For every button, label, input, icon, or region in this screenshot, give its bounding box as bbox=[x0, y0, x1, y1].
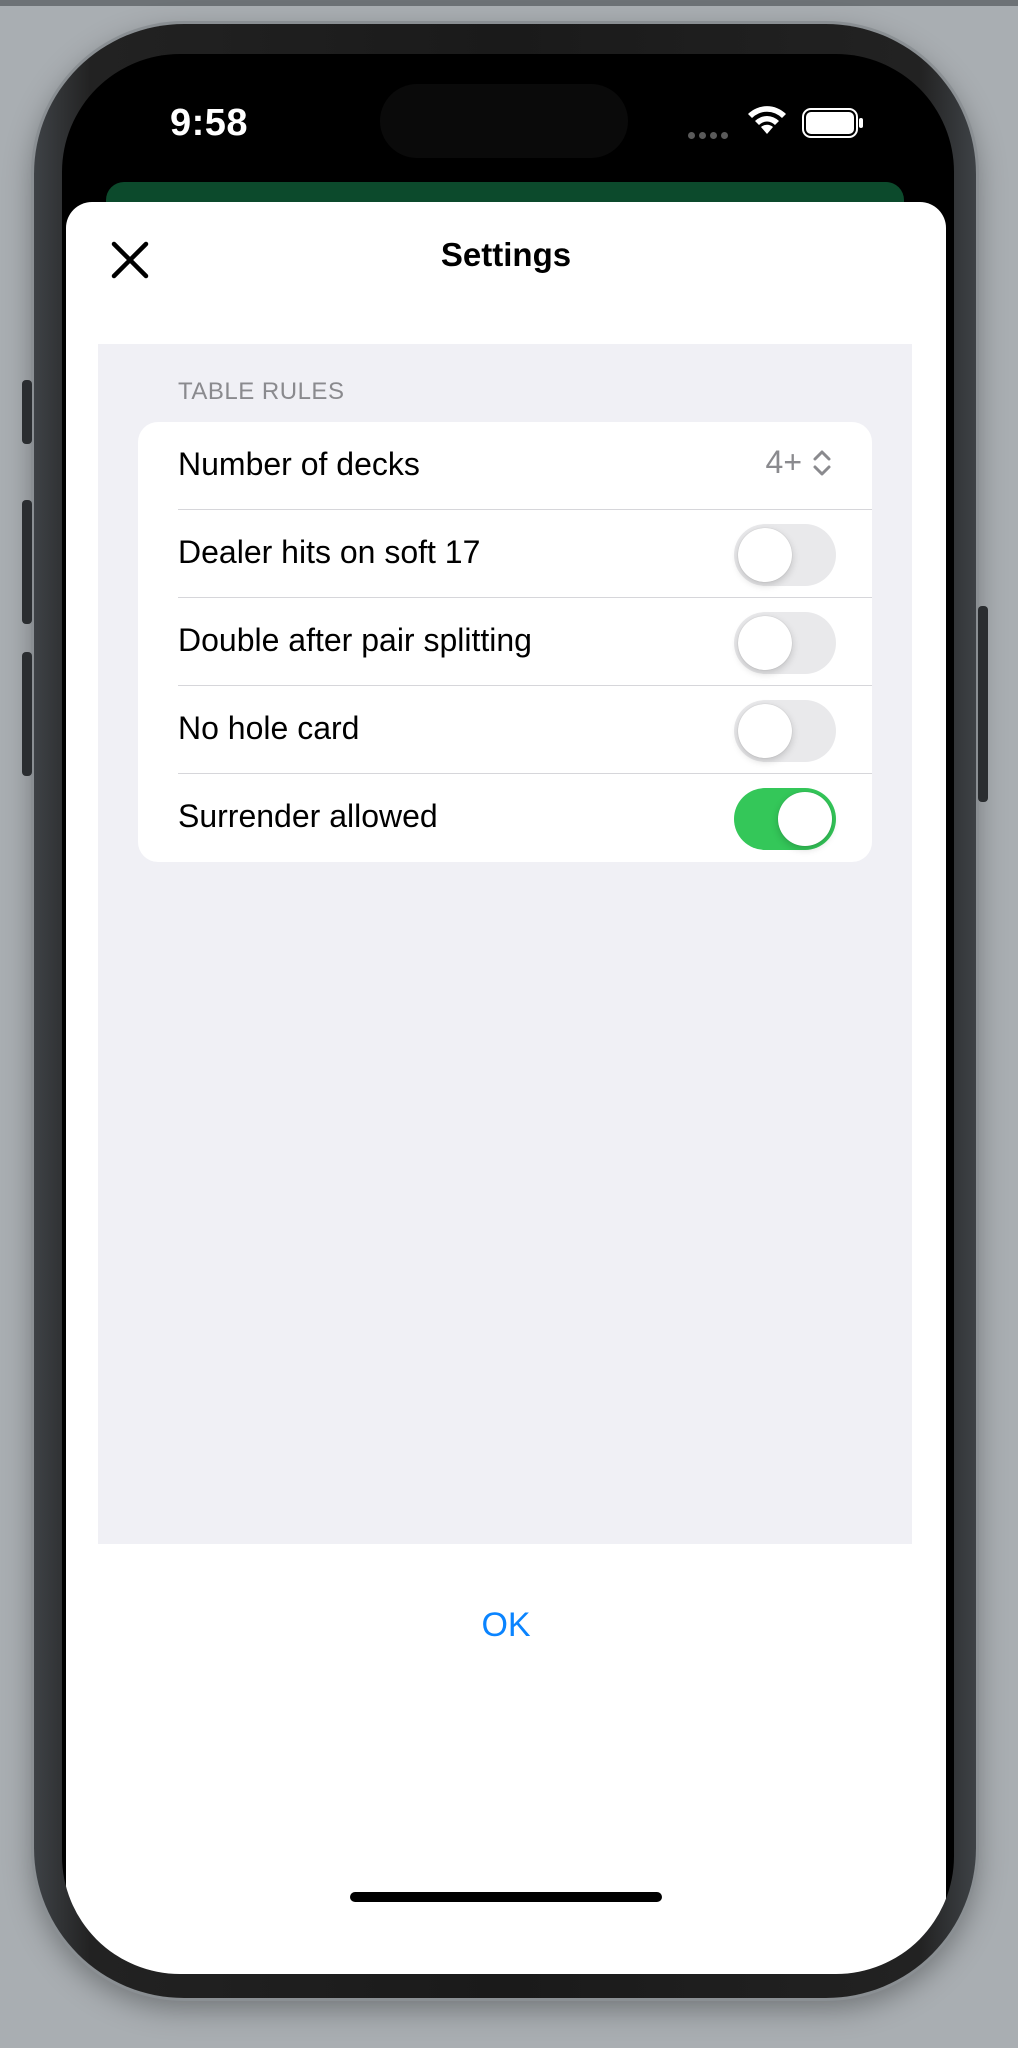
dealer-hits-soft-17-toggle[interactable] bbox=[734, 524, 836, 586]
ok-button[interactable]: OK bbox=[66, 1606, 946, 1645]
chevron-up-down-icon bbox=[813, 450, 831, 475]
row-label: Double after pair splitting bbox=[178, 622, 532, 658]
cellular-signal-icon bbox=[688, 126, 732, 144]
status-time: 9:58 bbox=[170, 102, 249, 144]
sheet-title: Settings bbox=[440, 236, 572, 273]
decks-picker[interactable]: 4+ bbox=[766, 444, 832, 481]
row-dealer-hits-soft-17: Dealer hits on soft 17 bbox=[138, 510, 872, 598]
row-label: Surrender allowed bbox=[178, 798, 438, 834]
double-after-split-toggle[interactable] bbox=[734, 612, 836, 674]
decks-value: 4+ bbox=[765, 444, 802, 480]
home-indicator bbox=[350, 1892, 662, 1902]
no-hole-card-toggle[interactable] bbox=[734, 700, 836, 762]
section-header: TABLE RULES bbox=[178, 378, 345, 405]
row-surrender-allowed: Surrender allowed bbox=[138, 774, 872, 862]
toggle-knob bbox=[738, 704, 792, 758]
battery-icon bbox=[802, 108, 864, 143]
row-label: Dealer hits on soft 17 bbox=[178, 534, 481, 570]
settings-sheet: Settings TABLE RULES Number of decks 4+ … bbox=[66, 202, 946, 1974]
row-label: Number of decks bbox=[178, 446, 420, 482]
row-double-after-split: Double after pair splitting bbox=[138, 598, 872, 686]
volume-down-button bbox=[22, 652, 32, 776]
dynamic-island bbox=[380, 84, 628, 158]
status-bar: 9:58 bbox=[62, 54, 954, 184]
table-rules-group: Number of decks 4+ Dealer hits on soft 1… bbox=[138, 422, 872, 862]
wifi-icon bbox=[746, 104, 788, 141]
row-number-of-decks[interactable]: Number of decks 4+ bbox=[138, 422, 872, 510]
toggle-knob bbox=[778, 792, 832, 846]
row-label: No hole card bbox=[178, 710, 360, 746]
settings-list: TABLE RULES Number of decks 4+ Dealer hi… bbox=[98, 344, 912, 1544]
background-edge bbox=[0, 0, 1018, 6]
surrender-allowed-toggle[interactable] bbox=[734, 788, 836, 850]
toggle-knob bbox=[738, 616, 792, 670]
power-button bbox=[978, 606, 988, 802]
volume-up-button bbox=[22, 500, 32, 624]
toggle-knob bbox=[738, 528, 792, 582]
action-button bbox=[22, 380, 32, 444]
row-no-hole-card: No hole card bbox=[138, 686, 872, 774]
phone-screen: 9:58 Settings TABLE RULES Number of deck… bbox=[62, 54, 954, 1974]
